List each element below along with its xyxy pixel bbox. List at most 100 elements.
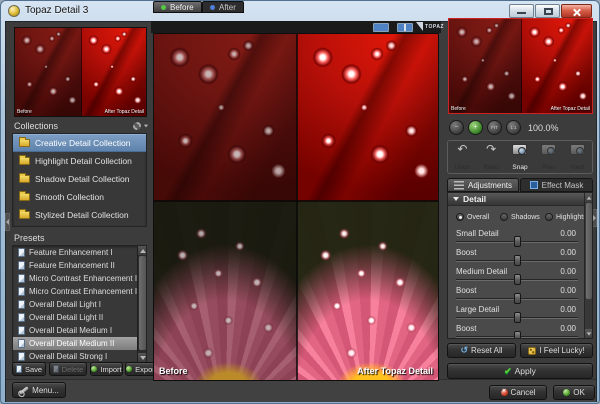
navigator-after-image xyxy=(521,19,593,113)
radio-highlights[interactable]: Highlights xyxy=(545,213,587,221)
collections-options-button[interactable] xyxy=(133,122,149,130)
save-button[interactable]: Save xyxy=(12,362,46,376)
left-panel-collapse-handle[interactable] xyxy=(5,213,10,231)
collections-header: Collections xyxy=(14,121,58,131)
slider-thumb[interactable] xyxy=(514,312,521,323)
save-icon xyxy=(16,365,22,373)
presets-scrollbar[interactable] xyxy=(137,246,146,362)
undo-button[interactable]: ↶ Undo xyxy=(448,141,477,173)
collection-item[interactable]: Smooth Collection xyxy=(13,188,146,206)
scroll-up-icon[interactable] xyxy=(138,246,147,255)
minimize-icon xyxy=(517,12,526,14)
collection-item[interactable]: Shadow Detail Collection xyxy=(13,170,146,188)
slider-track[interactable] xyxy=(456,260,578,262)
preset-item[interactable]: Micro Contrast Enhancement I xyxy=(13,272,146,285)
detail-scrollbar[interactable] xyxy=(584,193,592,338)
slider-thumb[interactable] xyxy=(514,331,521,339)
next-button[interactable]: Next xyxy=(563,141,592,173)
preview-flower-after xyxy=(297,201,439,381)
import-button[interactable]: Import xyxy=(90,362,123,376)
close-button[interactable] xyxy=(561,4,592,18)
collection-item[interactable]: Stylized Detail Collection xyxy=(13,206,146,224)
folder-icon xyxy=(19,157,30,165)
scroll-down-icon[interactable] xyxy=(138,353,147,362)
minimize-button[interactable] xyxy=(509,4,534,18)
slider-thumb[interactable] xyxy=(514,236,521,247)
collapse-triangle-icon xyxy=(453,197,459,201)
detail-panel: Detail Overall Shadows Highlights Small … xyxy=(447,192,593,339)
snap-button[interactable]: Snap xyxy=(506,141,535,173)
scrollbar-thumb[interactable] xyxy=(586,203,592,299)
preset-item[interactable]: Overall Detail Medium II xyxy=(13,337,146,350)
preset-icon xyxy=(18,300,25,309)
preset-item[interactable]: Overall Detail Light II xyxy=(13,311,146,324)
scrollbar-thumb[interactable] xyxy=(139,256,146,350)
preset-icon xyxy=(18,248,25,257)
maximize-icon xyxy=(544,8,553,15)
slider-thumb[interactable] xyxy=(514,274,521,285)
tab-after[interactable]: After xyxy=(202,1,244,13)
zoom-in-button[interactable]: + xyxy=(468,120,483,135)
prev-button[interactable]: Prev xyxy=(534,141,563,173)
slider-track[interactable] xyxy=(456,317,578,319)
menu-button[interactable]: Menu... xyxy=(12,382,66,398)
tab-effect-mask[interactable]: Effect Mask xyxy=(520,178,593,192)
i-feel-lucky-button[interactable]: I Feel Lucky! xyxy=(520,343,593,358)
main-preview-image[interactable]: Before After Topaz Detail xyxy=(153,33,439,381)
radio-icon xyxy=(500,213,508,221)
preset-item[interactable]: Feature Enhancement II xyxy=(13,259,146,272)
tab-before[interactable]: Before xyxy=(153,1,202,13)
scroll-down-icon[interactable] xyxy=(585,329,593,338)
slider-track[interactable] xyxy=(456,241,578,243)
radio-shadows[interactable]: Shadows xyxy=(500,213,540,221)
folder-icon xyxy=(19,193,30,201)
slider-track[interactable] xyxy=(456,336,578,338)
slider-value: 0.00 xyxy=(560,305,576,314)
collection-item[interactable]: Highlight Detail Collection xyxy=(13,152,146,170)
split-view-button[interactable] xyxy=(397,23,413,32)
slider-value: 0.00 xyxy=(560,324,576,333)
collapse-left-icon xyxy=(6,219,9,225)
collection-item[interactable]: Creative Detail Collection xyxy=(13,134,146,152)
radio-overall[interactable]: Overall xyxy=(456,213,489,221)
navigator-thumbnail[interactable]: Before After Topaz Detail xyxy=(448,18,593,114)
collections-list: Creative Detail Collection Highlight Det… xyxy=(12,133,147,227)
topaz-logo: TOPAZ xyxy=(416,22,444,31)
preset-icon xyxy=(18,339,25,348)
reset-all-button[interactable]: ↺ Reset All xyxy=(447,343,516,358)
reset-icon: ↺ xyxy=(460,345,468,356)
single-view-button[interactable] xyxy=(373,23,389,32)
zoom-fit-button[interactable]: FIT xyxy=(487,120,502,135)
preset-item[interactable]: Overall Detail Light I xyxy=(13,298,146,311)
preset-label: Micro Contrast Enhancement I xyxy=(29,274,137,283)
app-icon xyxy=(8,5,20,17)
preset-item[interactable]: Micro Contrast Enhancement II xyxy=(13,285,146,298)
preset-label: Micro Contrast Enhancement II xyxy=(29,287,139,296)
zoom-out-button[interactable]: − xyxy=(449,120,464,135)
detail-panel-header[interactable]: Detail xyxy=(448,193,586,206)
preset-item[interactable]: Overall Detail Medium I xyxy=(13,324,146,337)
delete-icon xyxy=(53,365,59,373)
slider-track[interactable] xyxy=(456,279,578,281)
folder-icon xyxy=(19,175,30,183)
delete-button[interactable]: Delete xyxy=(49,362,87,376)
import-icon xyxy=(91,366,97,372)
preset-item[interactable]: Feature Enhancement I xyxy=(13,246,146,259)
tab-adjustments[interactable]: Adjustments xyxy=(447,178,519,192)
ok-button[interactable]: OK xyxy=(553,385,595,400)
zoom-actual-button[interactable]: 1:1 xyxy=(506,120,521,135)
redo-button[interactable]: ↷ Redo xyxy=(477,141,506,173)
slider-thumb[interactable] xyxy=(514,293,521,304)
slider-thumb[interactable] xyxy=(514,255,521,266)
apply-button[interactable]: ✔ Apply xyxy=(447,363,593,379)
slider-track[interactable] xyxy=(456,298,578,300)
preset-label: Feature Enhancement I xyxy=(29,248,113,257)
scroll-up-icon[interactable] xyxy=(585,193,593,202)
cancel-icon xyxy=(501,389,508,396)
maximize-button[interactable] xyxy=(535,4,560,18)
thumbnail-after-label: After Topaz Detail xyxy=(105,109,144,115)
slider-label: Boost xyxy=(456,324,476,333)
cancel-button[interactable]: Cancel xyxy=(489,385,547,400)
left-preview-thumbnail[interactable]: Before After Topaz Detail xyxy=(14,27,147,117)
check-icon: ✔ xyxy=(504,366,512,377)
